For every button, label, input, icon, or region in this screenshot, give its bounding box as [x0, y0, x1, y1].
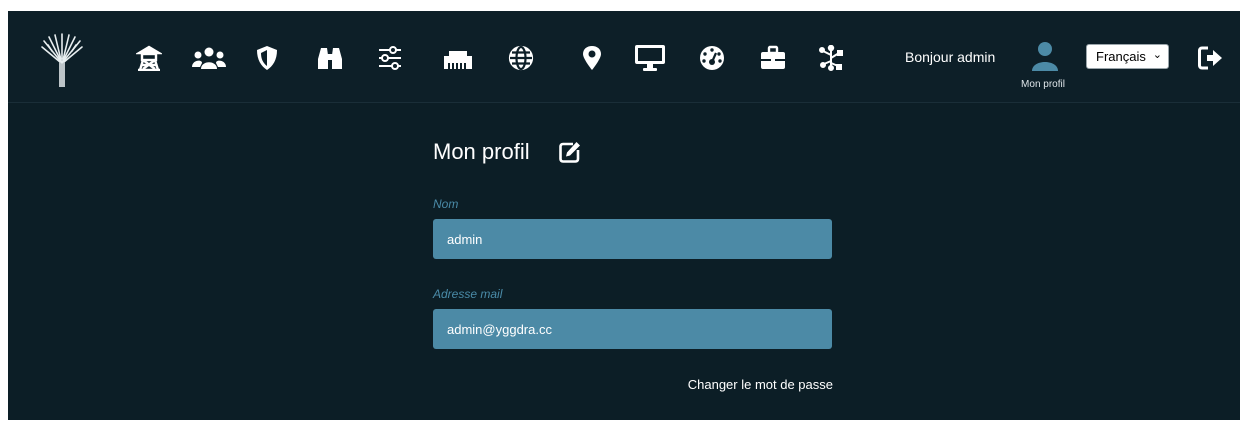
dashboard-gauge-icon[interactable]: [699, 45, 725, 71]
users-icon[interactable]: [192, 45, 226, 71]
top-navbar: Bonjour admin Mon profil Français ⌄: [8, 11, 1240, 103]
binoculars-icon[interactable]: [317, 45, 343, 71]
language-select[interactable]: Français ⌄: [1086, 44, 1169, 69]
map-marker-icon[interactable]: [579, 45, 605, 71]
ethernet-port-icon[interactable]: [443, 45, 473, 71]
email-label: Adresse mail: [433, 287, 503, 301]
edit-icon[interactable]: [559, 141, 581, 163]
profile-link[interactable]: Mon profil: [1013, 41, 1073, 97]
name-label: Nom: [433, 197, 459, 211]
chevron-down-icon: ⌄: [1152, 49, 1162, 61]
app-window: Bonjour admin Mon profil Français ⌄ Mon …: [8, 11, 1240, 420]
watchtower-icon[interactable]: [136, 45, 162, 71]
email-field[interactable]: admin@yggdra.cc: [433, 309, 832, 349]
monitor-icon[interactable]: [634, 45, 666, 71]
language-selected: Français: [1096, 49, 1146, 64]
user-avatar-icon: [1032, 42, 1058, 71]
greeting-text: Bonjour admin: [905, 49, 996, 65]
briefcase-icon[interactable]: [760, 45, 786, 71]
globe-icon[interactable]: [508, 45, 534, 71]
sliders-icon[interactable]: [377, 45, 403, 71]
change-password-link[interactable]: Changer le mot de passe: [688, 377, 833, 392]
tree-logo-icon[interactable]: [40, 33, 84, 87]
profile-label: Mon profil: [1021, 79, 1065, 90]
profile-page: Mon profil Nom admin Adresse mail admin@…: [8, 103, 1240, 420]
page-title: Mon profil: [433, 139, 530, 164]
shield-icon[interactable]: [254, 45, 280, 71]
logout-icon[interactable]: [1197, 45, 1223, 71]
network-tree-icon[interactable]: [818, 45, 844, 71]
name-field[interactable]: admin: [433, 219, 832, 259]
